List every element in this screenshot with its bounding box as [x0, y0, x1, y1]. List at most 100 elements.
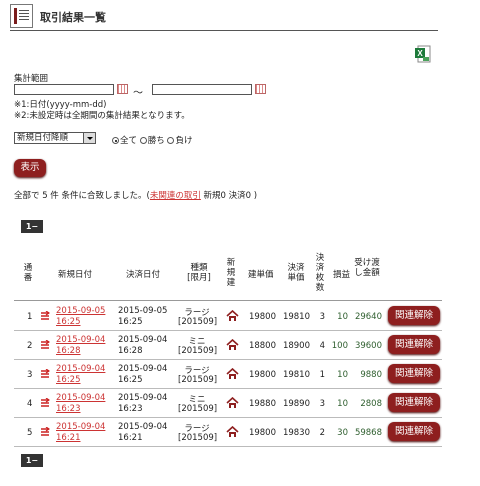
- calendar-to-icon[interactable]: [255, 84, 266, 94]
- calendar-from-icon[interactable]: [117, 84, 128, 94]
- new-date-link[interactable]: 2015-09-04: [56, 364, 105, 374]
- new-time-link[interactable]: 16:28: [56, 346, 81, 356]
- unlink-button[interactable]: 関連解除: [388, 364, 440, 383]
- build-price: 19800: [248, 312, 276, 322]
- house-icon: [226, 339, 239, 350]
- range-label: 集計範囲: [14, 74, 49, 84]
- col-build-price: 建単価: [248, 270, 274, 280]
- delivery-amount: 59868: [354, 428, 382, 438]
- build-price: 18800: [248, 341, 276, 351]
- page-header: 取引結果一覧: [10, 4, 438, 31]
- date-from-input[interactable]: [14, 84, 114, 95]
- row-divider: [14, 446, 442, 447]
- col-pl: 損益: [333, 270, 351, 280]
- result-summary: 全部で 5 件 条件に合致しました。(未関連の取引 新規0 決済0 ): [14, 189, 257, 201]
- build-price: 19800: [248, 428, 276, 438]
- unlink-button[interactable]: 関連解除: [388, 335, 440, 354]
- house-icon: [226, 368, 239, 379]
- new-date-link[interactable]: 2015-09-04: [56, 422, 105, 432]
- row-divider: [14, 359, 442, 360]
- profit-loss: 10: [337, 312, 348, 322]
- settle-date: 2015-09-04: [118, 364, 168, 374]
- col-settle-date: 決済日付: [126, 270, 161, 280]
- new-time-link[interactable]: 16:23: [56, 404, 81, 414]
- unlink-button[interactable]: 関連解除: [388, 422, 440, 441]
- row-no: 2: [27, 341, 33, 351]
- new-date-link[interactable]: 2015-09-04: [56, 335, 105, 345]
- row-divider: [14, 417, 442, 418]
- new-time-link[interactable]: 16:25: [56, 375, 81, 385]
- profit-loss: 10: [337, 399, 348, 409]
- trade-direction-icon: [41, 427, 50, 436]
- col-delivery: 受け渡し金額: [354, 258, 380, 278]
- header-divider: [14, 300, 442, 301]
- settle-qty: 3: [319, 399, 325, 409]
- build-price: 19800: [248, 370, 276, 380]
- delivery-amount: 39600: [354, 341, 382, 351]
- settle-price: 19890: [282, 399, 310, 409]
- svg-text:X: X: [417, 49, 423, 58]
- sort-order-value: 新規日付降順: [17, 133, 69, 143]
- col-settle-price: 決済単価: [287, 263, 305, 283]
- unlink-button[interactable]: 関連解除: [388, 393, 440, 412]
- settle-date: 2015-09-04: [118, 335, 168, 345]
- trade-direction-icon: [41, 311, 50, 320]
- col-no: 通番: [23, 263, 33, 283]
- range-default-note: ※2:未設定時は全期間の集計結果となります。: [14, 111, 190, 121]
- contract-month: [201509]: [178, 375, 218, 385]
- show-button[interactable]: 表示: [14, 159, 46, 177]
- radio-win-label: 勝ち: [147, 136, 165, 146]
- col-settle-qty: 決済枚数: [315, 253, 325, 293]
- pager-bottom[interactable]: 1−: [21, 454, 43, 467]
- settle-price: 19810: [282, 312, 310, 322]
- sort-order-select[interactable]: 新規日付降順: [14, 132, 96, 144]
- delivery-amount: 29640: [354, 312, 382, 322]
- profit-loss: 100: [331, 341, 348, 351]
- row-divider: [14, 388, 442, 389]
- col-new-build: 新規建: [226, 258, 236, 288]
- delivery-amount: 9880: [360, 370, 382, 380]
- date-to-input[interactable]: [152, 84, 252, 95]
- new-date-link[interactable]: 2015-09-04: [56, 393, 105, 403]
- settle-qty: 2: [319, 428, 325, 438]
- settle-time: 16:23: [118, 404, 143, 414]
- row-no: 1: [27, 312, 33, 322]
- settle-time: 16:25: [118, 317, 143, 327]
- tilde-separator: ～: [133, 88, 143, 99]
- settle-date: 2015-09-05: [118, 306, 168, 316]
- settle-time: 16:25: [118, 375, 143, 385]
- radio-all-label: 全て: [120, 136, 138, 146]
- trade-direction-icon: [41, 340, 50, 349]
- contract-month: [201509]: [178, 346, 218, 356]
- settle-time: 16:21: [118, 433, 143, 443]
- settle-price: 18900: [282, 341, 310, 351]
- radio-win[interactable]: [139, 137, 147, 144]
- contract-month: [201509]: [178, 404, 218, 414]
- new-time-link[interactable]: 16:25: [56, 317, 81, 327]
- build-price: 19880: [248, 399, 276, 409]
- new-date-link[interactable]: 2015-09-05: [56, 306, 105, 316]
- contract-month: [201509]: [178, 317, 218, 327]
- settle-date: 2015-09-04: [118, 393, 168, 403]
- house-icon: [226, 310, 239, 321]
- row-no: 4: [27, 399, 33, 409]
- excel-export-icon[interactable]: X: [415, 45, 431, 63]
- settle-price: 19810: [282, 370, 310, 380]
- result-filter-group: 全て 勝ち 負け: [112, 134, 192, 146]
- col-new-date: 新規日付: [58, 270, 93, 280]
- unrelated-trades-link[interactable]: 未関連の取引: [150, 191, 201, 201]
- radio-all[interactable]: [112, 137, 119, 144]
- col-kind: 種類 [限月]: [187, 263, 211, 283]
- house-icon: [226, 397, 239, 408]
- settle-date: 2015-09-04: [118, 422, 168, 432]
- house-icon: [226, 426, 239, 437]
- new-time-link[interactable]: 16:21: [56, 433, 81, 443]
- contract-month: [201509]: [178, 433, 218, 443]
- radio-loss[interactable]: [167, 137, 175, 144]
- row-divider: [14, 330, 442, 331]
- row-no: 3: [27, 370, 33, 380]
- unlink-button[interactable]: 関連解除: [388, 306, 440, 325]
- chevron-down-icon: [83, 133, 95, 143]
- pager-top[interactable]: 1−: [21, 220, 43, 233]
- row-no: 5: [27, 428, 33, 438]
